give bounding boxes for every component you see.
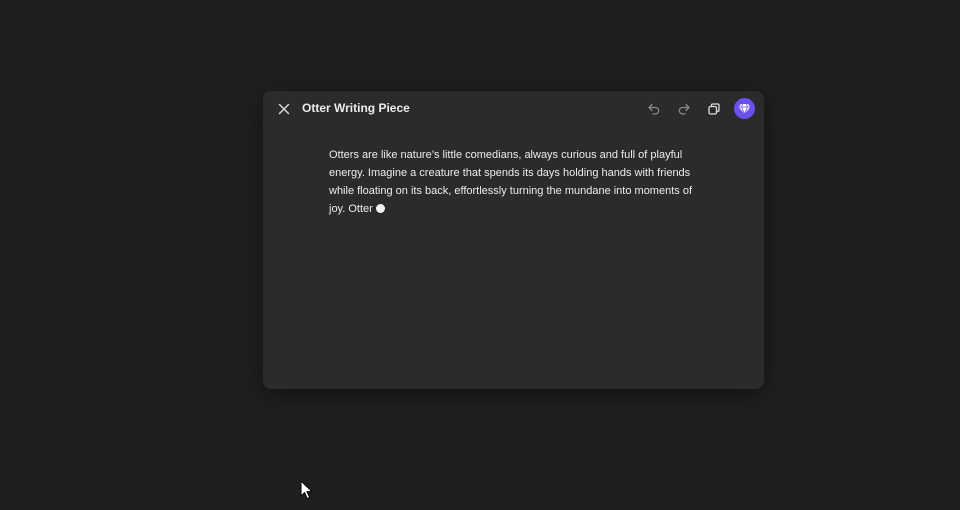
undo-button[interactable] (644, 99, 664, 119)
gem-icon (738, 103, 751, 115)
panel-header: Otter Writing Piece (263, 91, 764, 127)
premium-gem-button[interactable] (734, 98, 755, 119)
mouse-pointer-icon (300, 480, 314, 500)
copy-icon (708, 103, 720, 115)
page-title: Otter Writing Piece (302, 101, 410, 115)
redo-button[interactable] (674, 99, 694, 119)
typing-caret (375, 204, 385, 213)
undo-icon (648, 103, 660, 115)
redo-icon (678, 103, 690, 115)
writing-panel: Otter Writing Piece Otters are like natu… (263, 91, 764, 389)
document-editor[interactable]: Otters are like nature’s little comedian… (329, 146, 699, 218)
close-button[interactable] (274, 99, 294, 119)
close-icon (278, 103, 290, 115)
copy-button[interactable] (704, 99, 724, 119)
desktop-background: Otter Writing Piece Otters are like natu… (0, 0, 960, 510)
